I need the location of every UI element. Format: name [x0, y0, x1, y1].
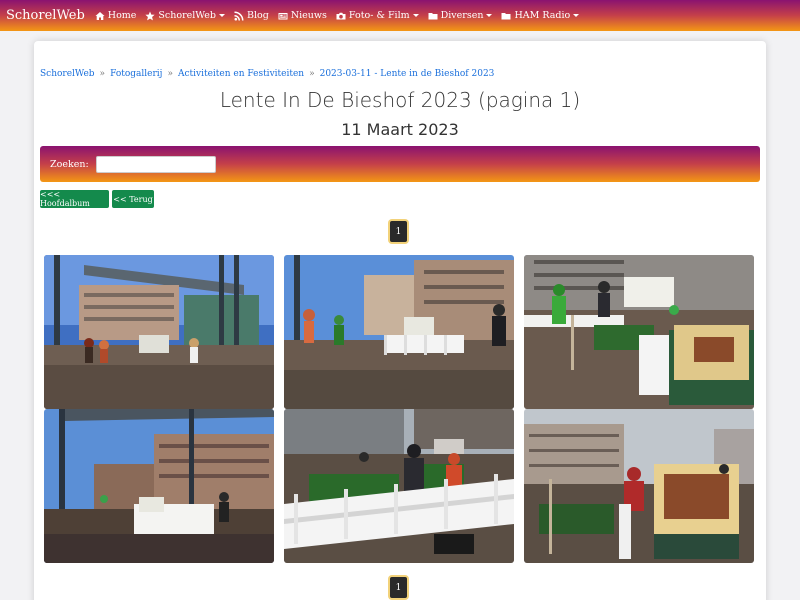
photo-thumbnail[interactable] — [284, 255, 514, 409]
photo-image — [524, 409, 754, 563]
nav-foto-film-label: Foto- & Film — [348, 10, 410, 21]
photo-thumbnail[interactable] — [44, 409, 274, 563]
photo-thumbnail[interactable] — [524, 255, 754, 409]
folder-icon — [501, 12, 511, 19]
folder-icon — [428, 12, 438, 19]
chevron-down-icon — [486, 14, 493, 17]
chevron-down-icon — [412, 14, 419, 17]
page-title: Lente In De Bieshof 2023 (pagina 1) — [219, 88, 581, 112]
home-icon — [95, 11, 105, 20]
star-icon — [145, 11, 156, 20]
breadcrumb-link-fotogallerij[interactable]: Fotogallerij — [110, 69, 162, 79]
breadcrumb-link-schorelweb[interactable]: SchorelWeb — [40, 69, 95, 79]
breadcrumb-separator: » — [309, 69, 315, 79]
pagination-page-bottom[interactable]: 1 — [390, 577, 407, 598]
page-subtitle: 11 Maart 2023 — [341, 120, 459, 139]
search-input[interactable] — [95, 155, 216, 173]
nav-diversen[interactable]: Diversen — [428, 10, 493, 21]
rss-icon — [234, 11, 244, 20]
nav-blog-label: Blog — [246, 10, 269, 21]
breadcrumb-separator: » — [99, 69, 106, 79]
photo-thumbnail[interactable] — [44, 255, 274, 409]
back-button[interactable]: << Terug — [112, 190, 154, 208]
nav-foto-film[interactable]: Foto- & Film — [336, 10, 419, 21]
chevron-down-icon — [573, 14, 580, 17]
breadcrumb: SchorelWeb » Fotogallerij » Activiteiten… — [40, 69, 494, 79]
photo-thumbnail[interactable] — [524, 409, 754, 563]
search-label: Zoeken: — [50, 158, 89, 170]
pagination-page-top[interactable]: 1 — [390, 221, 407, 242]
nav-home-label: Home — [107, 10, 137, 21]
nav-nieuws-label: Nieuws — [290, 10, 327, 21]
chevron-down-icon — [218, 14, 225, 17]
breadcrumb-link-activiteiten[interactable]: Activiteiten en Festiviteiten — [178, 69, 304, 79]
nav-ham-radio[interactable]: HAM Radio — [501, 10, 580, 21]
photo-thumbnail[interactable] — [284, 409, 514, 563]
photo-image — [524, 255, 754, 409]
breadcrumb-separator: » — [167, 69, 173, 79]
nav-home[interactable]: Home — [95, 10, 137, 21]
top-navbar: SchorelWeb Home SchorelWeb Blog Nieuws F… — [0, 0, 800, 31]
nav-diversen-label: Diversen — [440, 10, 484, 21]
nav-blog[interactable]: Blog — [234, 10, 269, 21]
camera-icon — [336, 12, 346, 19]
photo-image — [44, 409, 274, 563]
main-album-button[interactable]: <<< Hoofdalbum — [40, 190, 109, 208]
photo-image — [44, 255, 274, 409]
photo-image — [284, 255, 514, 409]
newspaper-icon — [278, 12, 288, 19]
search-bar: Zoeken: — [40, 146, 760, 182]
photo-image — [284, 409, 514, 563]
nav-nieuws[interactable]: Nieuws — [278, 10, 327, 21]
nav-ham-radio-label: HAM Radio — [514, 10, 571, 21]
nav-schorelweb[interactable]: SchorelWeb — [145, 10, 225, 21]
breadcrumb-link-album[interactable]: 2023-03-11 - Lente in de Bieshof 2023 — [320, 69, 495, 79]
brand-link[interactable]: SchorelWeb — [6, 8, 85, 23]
nav-schorelweb-label: SchorelWeb — [158, 10, 216, 21]
